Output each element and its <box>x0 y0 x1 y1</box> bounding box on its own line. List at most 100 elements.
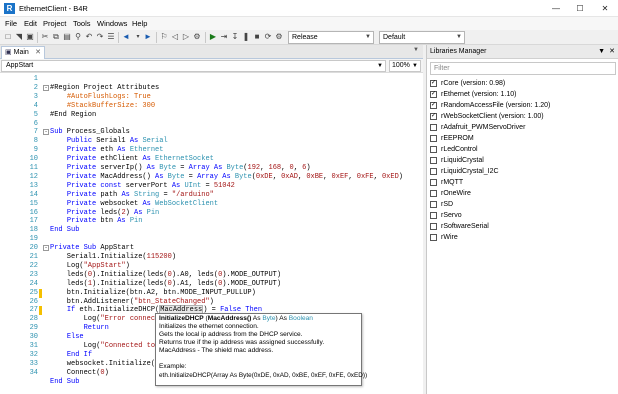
library-checkbox[interactable]: ✓ <box>430 102 437 109</box>
library-checkbox[interactable] <box>430 190 437 197</box>
debug-icon[interactable]: ⚙ <box>274 32 284 42</box>
library-checkbox[interactable] <box>430 201 437 208</box>
minimize-button[interactable]: — <box>545 0 567 17</box>
library-item[interactable]: rLiquidCrystal_I2C <box>430 166 616 177</box>
menu-project[interactable]: Project <box>43 19 66 28</box>
close-window-button[interactable]: ✕ <box>594 0 616 17</box>
library-checkbox[interactable]: ✓ <box>430 80 437 87</box>
run-icon[interactable]: ▶ <box>208 32 218 42</box>
library-checkbox[interactable] <box>430 234 437 241</box>
step-into-icon[interactable]: ↧ <box>230 32 240 42</box>
build-config-select[interactable]: Release ▼ <box>288 31 374 44</box>
line-number: 8 <box>33 137 38 146</box>
library-checkbox[interactable]: ✓ <box>430 91 437 98</box>
library-checkbox[interactable] <box>430 212 437 219</box>
library-item[interactable]: rWire <box>430 232 616 243</box>
close-tab-icon[interactable]: ✕ <box>35 47 41 58</box>
sub-select[interactable]: AppStart ▼ <box>1 60 386 72</box>
back-dropdown-icon[interactable]: ▾ <box>133 32 143 42</box>
back-icon[interactable]: ◄ <box>121 32 131 42</box>
prev-bookmark-icon[interactable]: ◁ <box>170 32 180 42</box>
tab-main[interactable]: ▣ Main ✕ <box>1 46 45 59</box>
library-filter-input[interactable]: Filter <box>430 62 616 75</box>
find-icon[interactable]: ⚲ <box>73 32 83 42</box>
line-number: 6 <box>33 119 38 128</box>
copy-icon[interactable]: ⧉ <box>51 32 61 42</box>
forward-icon[interactable]: ► <box>143 32 153 42</box>
bookmark-icon[interactable]: ⚐ <box>159 32 169 42</box>
library-item[interactable]: rAdafruit_PWMServoDriver <box>430 122 616 133</box>
line-number: 29 <box>29 324 38 333</box>
library-item[interactable]: rServo <box>430 210 616 221</box>
menu-edit[interactable]: Edit <box>24 19 37 28</box>
tab-list-dropdown-icon[interactable]: ▼ <box>413 47 419 53</box>
library-item[interactable]: rOneWire <box>430 188 616 199</box>
tooltip-example-label: Example: <box>159 363 187 371</box>
library-label: rLiquidCrystal <box>441 157 484 164</box>
save-icon[interactable]: ▣ <box>25 32 35 42</box>
toggle-comment-icon[interactable]: ☰ <box>106 32 116 42</box>
maximize-button[interactable]: ☐ <box>569 0 591 17</box>
undo-icon[interactable]: ↶ <box>84 32 94 42</box>
library-checkbox[interactable] <box>430 146 437 153</box>
line-number: 34 <box>29 368 38 377</box>
library-item[interactable]: rLiquidCrystal <box>430 155 616 166</box>
line-number: 27 <box>29 306 38 315</box>
library-label: rSD <box>441 201 454 208</box>
tooltip-desc-line: Gets the local ip address from the DHCP … <box>159 331 303 339</box>
code-line: Log("Error connecti <box>50 315 164 324</box>
library-label: rOneWire <box>441 190 471 197</box>
library-item[interactable]: rMQTT <box>430 177 616 188</box>
library-item[interactable]: ✓ rWebSocketClient (version: 1.00) <box>430 111 616 122</box>
library-item[interactable]: rSoftwareSerial <box>430 221 616 232</box>
sub-select-value: AppStart <box>6 62 34 69</box>
line-number: 12 <box>29 172 38 181</box>
chevron-down-icon: ▼ <box>377 63 383 69</box>
code-line: #StackBufferSize: 300 <box>66 101 156 110</box>
library-item[interactable]: ✓ rEthernet (version: 1.10) <box>430 89 616 100</box>
restart-icon[interactable]: ⟳ <box>263 32 273 42</box>
library-item[interactable]: rLedControl <box>430 144 616 155</box>
menu-windows[interactable]: Windows <box>97 19 127 28</box>
line-number: 3 <box>33 92 38 101</box>
library-checkbox[interactable] <box>430 223 437 230</box>
libraries-manager-panel: Libraries Manager ▼ ✕ Filter ✓ rCore (ver… <box>426 45 618 394</box>
fold-toggle-icon[interactable]: - <box>43 129 49 136</box>
library-checkbox[interactable] <box>430 124 437 131</box>
library-item[interactable]: rEEPROM <box>430 133 616 144</box>
new-file-icon[interactable]: □ <box>3 32 13 42</box>
step-icon[interactable]: ⇥ <box>219 32 229 42</box>
editor-tab-strip: ▣ Main ✕ ▼ <box>0 45 423 59</box>
next-bookmark-icon[interactable]: ▷ <box>181 32 191 42</box>
redo-icon[interactable]: ↷ <box>95 32 105 42</box>
library-item[interactable]: ✓ rRandomAccessFile (version: 1.20) <box>430 100 616 111</box>
code-line: Private MacAddress() As Byte = Array As … <box>66 172 403 181</box>
paste-icon[interactable]: ▤ <box>62 32 72 42</box>
cut-icon[interactable]: ✂ <box>40 32 50 42</box>
menu-tools[interactable]: Tools <box>73 19 91 28</box>
tooltip-param-name: MacAddress() <box>207 315 252 322</box>
line-number: 23 <box>29 270 38 279</box>
code-line: End Sub <box>50 377 80 386</box>
pause-icon[interactable]: ❚ <box>241 32 251 42</box>
fold-toggle-icon[interactable]: - <box>43 84 49 91</box>
menu-file[interactable]: File <box>5 19 17 28</box>
code-line: Serial1.Initialize(115200) <box>50 253 177 261</box>
library-item[interactable]: rSD <box>430 199 616 210</box>
device-profile-select[interactable]: Default ▼ <box>379 31 465 44</box>
zoom-select[interactable]: 100% ▼ <box>389 60 421 72</box>
library-checkbox[interactable] <box>430 168 437 175</box>
stop-icon[interactable]: ■ <box>252 32 262 42</box>
open-folder-icon[interactable]: ◥ <box>14 32 24 42</box>
library-checkbox[interactable] <box>430 179 437 186</box>
fold-toggle-icon[interactable]: - <box>43 245 49 252</box>
line-number: 13 <box>29 181 38 190</box>
library-item[interactable]: ✓ rCore (version: 0.98) <box>430 78 616 89</box>
library-checkbox[interactable] <box>430 135 437 142</box>
close-icon[interactable]: ✕ <box>609 45 615 59</box>
library-checkbox[interactable]: ✓ <box>430 113 437 120</box>
pin-icon[interactable]: ▼ <box>598 45 605 59</box>
clear-bookmarks-icon[interactable]: ⚙ <box>192 32 202 42</box>
library-checkbox[interactable] <box>430 157 437 164</box>
menu-help[interactable]: Help <box>132 19 147 28</box>
